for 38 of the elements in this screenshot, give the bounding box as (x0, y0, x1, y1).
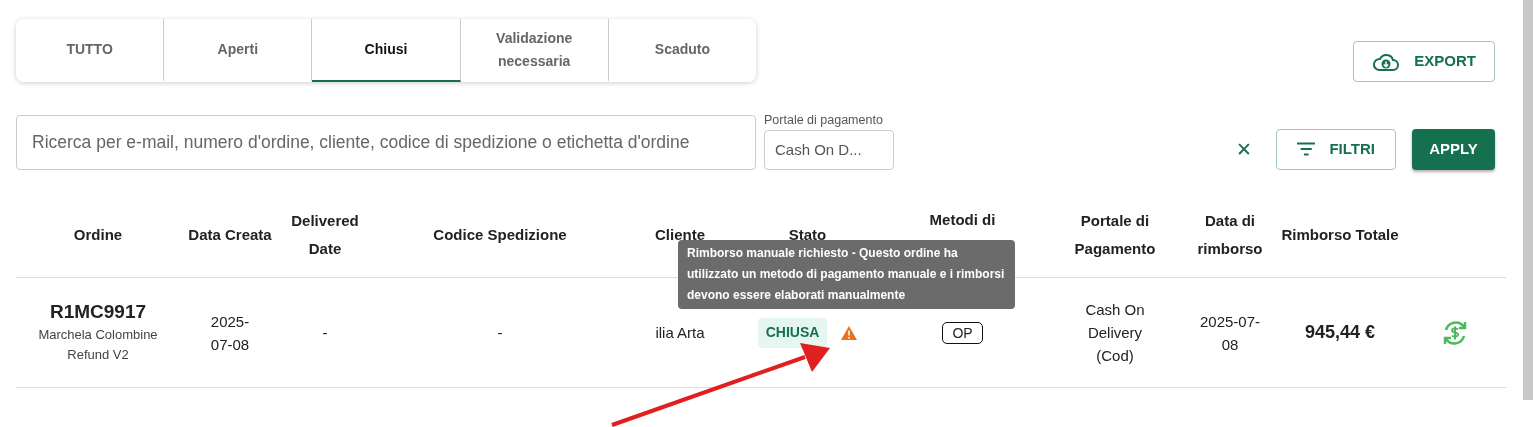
column-header: Codice Spedizione (433, 225, 567, 243)
payment-portal-field[interactable]: Cash On D... (764, 129, 894, 170)
table-cell-text: Cash On Delivery (Cod) (1084, 299, 1146, 367)
table-cell: ilia Arta (655, 324, 705, 342)
tooltip: Rimborso manuale richiesto - Questo ordine ha utilizzato un metodo di pagamento manuale e i rimborsi devono essere elaborati manualmente (678, 240, 1015, 309)
column-header: Rimborso Totale (1281, 225, 1399, 243)
filter-icon (1297, 142, 1316, 157)
column-header: Ordine (73, 225, 123, 243)
tab[interactable]: Scaduto (608, 19, 756, 82)
column-header: Delivered Date (291, 211, 359, 257)
apply-button[interactable]: APPLY (1412, 128, 1495, 170)
cloud-download-icon (1372, 51, 1401, 72)
tab[interactable]: Aperti (164, 19, 313, 82)
column-header: Stato (788, 225, 827, 243)
column-header: Portale di Pagamento (1074, 211, 1156, 257)
field-label: Portale di pagamento (764, 112, 884, 129)
status-badge: CHIUSA (757, 317, 828, 348)
refund-method-badge: OP (942, 321, 983, 344)
refund-icon[interactable] (1441, 318, 1469, 347)
order-number[interactable]: R1MC9917 (49, 300, 147, 325)
column-header: Metodi di (929, 210, 996, 228)
total-amount: 945,44 € (1304, 321, 1376, 342)
table-cell: - (322, 324, 328, 342)
clear-button[interactable]: ✕ (1236, 139, 1252, 159)
tab[interactable]: Chiusi (312, 19, 461, 82)
column-header: Data Creata (188, 225, 272, 243)
column-header: Data di rimborso (1197, 211, 1263, 257)
search-field[interactable]: Ricerca per e-mail, numero d'ordine, cliente, codice di spedizione o etichetta d'ordine (16, 114, 756, 170)
table-cell-text: 2025-07-08 (1198, 311, 1261, 355)
filters-button[interactable]: FILTRI (1276, 128, 1396, 170)
warning-icon[interactable] (841, 325, 858, 340)
export-button[interactable]: EXPORT (1353, 41, 1495, 82)
tab[interactable]: TUTTO (16, 19, 165, 82)
table-cell: - (497, 324, 503, 342)
column-header: Cliente (655, 225, 705, 243)
tab[interactable]: Validazione necessaria (460, 19, 609, 82)
table-cell-text: 2025-07-08 (209, 311, 251, 355)
order-label: Marchela Colombine Refund V2 (37, 325, 159, 365)
